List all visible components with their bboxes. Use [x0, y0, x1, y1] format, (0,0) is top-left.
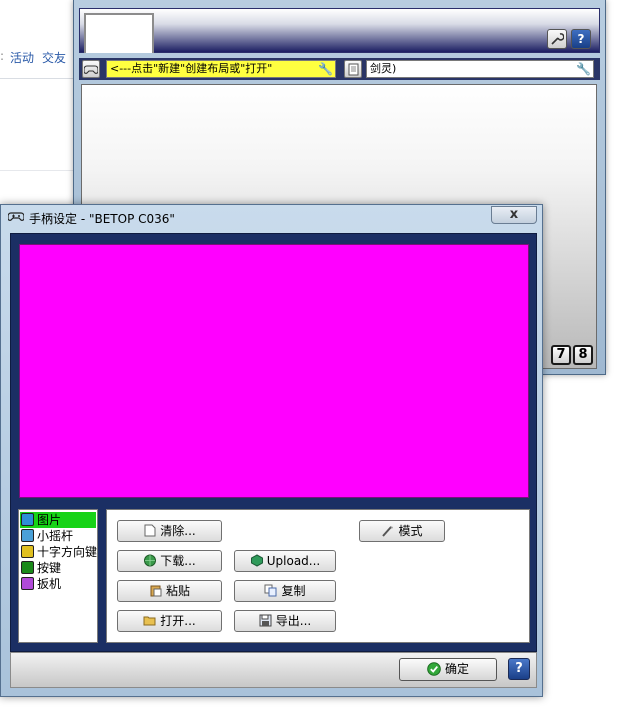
- nav-link-friends[interactable]: 交友: [42, 49, 66, 66]
- page-button-7[interactable]: 7: [551, 345, 571, 365]
- gamepad-icon: [8, 212, 24, 221]
- help-button[interactable]: ?: [571, 29, 591, 49]
- copy-button-label: 复制: [281, 584, 306, 598]
- document-icon: [348, 63, 358, 75]
- profile-field-text: <---点击"新建"创建布局或"打开": [110, 62, 273, 75]
- page-buttons: 7 8: [544, 345, 594, 365]
- help-icon: ?: [577, 32, 585, 46]
- list-item-label: 小摇杆: [37, 529, 74, 543]
- settings-wrench-button[interactable]: [547, 29, 567, 49]
- list-item-label: 扳机: [37, 577, 62, 591]
- button-icon: [21, 561, 34, 574]
- document-icon: [144, 524, 156, 537]
- list-item-label: 十字方向键: [37, 545, 98, 559]
- paste-button-label: 粘贴: [165, 584, 190, 598]
- dialog-title: 手柄设定 - "BETOP C036": [29, 212, 175, 226]
- mode-button-label: 模式: [398, 524, 423, 538]
- joystick-icon: [21, 529, 34, 542]
- layout-tab[interactable]: [84, 13, 154, 53]
- mode-button[interactable]: 模式: [359, 520, 445, 542]
- gamepad-icon: [84, 64, 98, 74]
- upload-button[interactable]: Upload...: [234, 550, 336, 572]
- dialog-footer: 确定 ?: [10, 652, 537, 688]
- paste-button[interactable]: 粘贴: [117, 580, 222, 602]
- divider: [0, 78, 80, 79]
- paste-icon: [150, 585, 162, 597]
- list-item-label: 图片: [37, 513, 62, 527]
- game-field-text: 剑灵): [370, 62, 397, 75]
- element-list[interactable]: 图片 小摇杆 十字方向键 按键 扳机: [18, 509, 98, 643]
- gamepad-settings-dialog: 手柄设定 - "BETOP C036" x 图片 小摇杆 十字方向键 按键 扳机…: [0, 204, 543, 697]
- clear-button-label: 清除...: [160, 524, 196, 538]
- ok-button[interactable]: 确定: [399, 658, 497, 681]
- dialog-body: 图片 小摇杆 十字方向键 按键 扳机 清除... 模式 下载... Upload…: [10, 233, 537, 652]
- upload-button-label: Upload...: [266, 554, 321, 568]
- dpad-icon: [21, 545, 34, 558]
- check-icon: [427, 662, 441, 676]
- nav-link-activity[interactable]: 活动: [10, 49, 34, 66]
- nav-separator: :: [0, 49, 5, 63]
- list-item-dpad[interactable]: 十字方向键: [20, 544, 98, 560]
- download-button-label: 下载...: [160, 554, 196, 568]
- game-field[interactable]: 剑灵) 🔧: [366, 60, 594, 78]
- download-button[interactable]: 下载...: [117, 550, 222, 572]
- page-button-8[interactable]: 8: [573, 345, 593, 365]
- list-item-button[interactable]: 按键: [20, 560, 96, 576]
- trigger-icon: [21, 577, 34, 590]
- dialog-titlebar[interactable]: 手柄设定 - "BETOP C036" x: [1, 205, 542, 229]
- ok-button-label: 确定: [444, 662, 469, 676]
- brush-icon: [382, 526, 394, 537]
- copy-button[interactable]: 复制: [234, 580, 336, 602]
- globe-download-icon: [144, 554, 157, 567]
- document-button[interactable]: [344, 60, 362, 78]
- help-button[interactable]: ?: [508, 658, 530, 680]
- close-button[interactable]: x: [491, 206, 537, 224]
- copy-icon: [264, 584, 277, 597]
- close-icon: x: [509, 207, 519, 222]
- folder-open-icon: [143, 616, 156, 626]
- export-button-label: 导出...: [275, 614, 312, 628]
- list-item-trigger[interactable]: 扳机: [20, 576, 96, 592]
- gamepad-button[interactable]: [82, 60, 100, 78]
- clear-button[interactable]: 清除...: [117, 520, 222, 542]
- picture-icon: [21, 513, 34, 526]
- export-button[interactable]: 导出...: [234, 610, 336, 632]
- wrench-icon[interactable]: 🔧: [318, 61, 333, 77]
- help-icon: ?: [515, 661, 523, 676]
- wrench-icon[interactable]: 🔧: [576, 61, 591, 77]
- list-item-joystick[interactable]: 小摇杆: [20, 528, 96, 544]
- open-button-label: 打开...: [160, 614, 196, 628]
- save-icon: [259, 614, 272, 627]
- layout-tab-bar: ?: [79, 8, 600, 53]
- open-button[interactable]: 打开...: [117, 610, 222, 632]
- profile-toolbar: <---点击"新建"创建布局或"打开" 🔧 剑灵) 🔧: [79, 58, 600, 80]
- divider: [0, 170, 80, 171]
- action-panel: 清除... 模式 下载... Upload... 粘贴 复制 打开... 导出.…: [106, 509, 530, 643]
- wrench-icon: [551, 33, 564, 45]
- list-item-label: 按键: [37, 561, 62, 575]
- globe-upload-icon: [250, 554, 263, 567]
- profile-field[interactable]: <---点击"新建"创建布局或"打开" 🔧: [106, 60, 336, 78]
- list-item-picture[interactable]: 图片: [20, 512, 96, 528]
- background-page-nav: : 活动 交友: [0, 49, 80, 69]
- gamepad-preview[interactable]: [19, 244, 529, 498]
